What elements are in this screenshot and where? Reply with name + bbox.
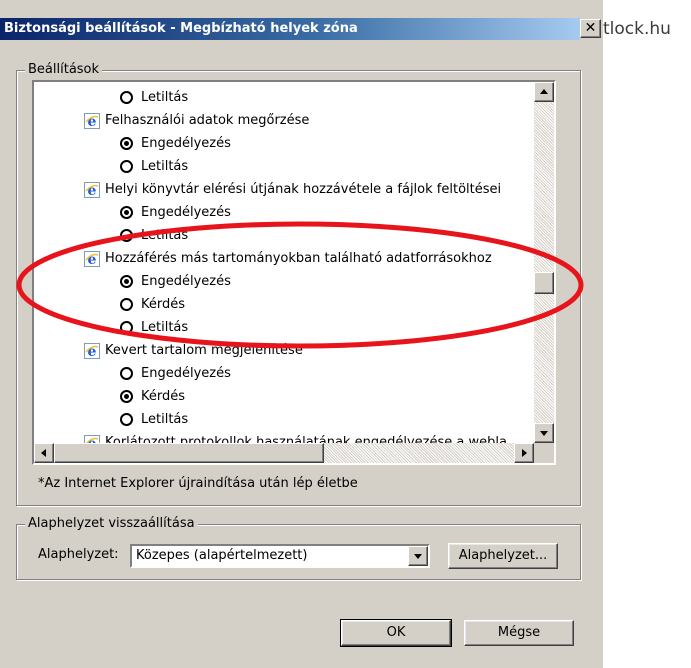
setting-label: Helyi könyvtár elérési útjának hozzávéte… <box>105 182 502 197</box>
close-button[interactable]: ✕ <box>580 19 601 38</box>
scrollbar-corner <box>534 443 554 463</box>
setting-label: Letiltás <box>141 320 189 335</box>
radio-checked-icon[interactable] <box>120 206 133 219</box>
setting-label: Letiltás <box>141 228 189 243</box>
horizontal-scrollbar[interactable] <box>34 443 534 463</box>
settings-list: Letiltás e Felhasználói adatok megőrzése En… <box>34 82 534 443</box>
scroll-right-button[interactable] <box>514 443 534 463</box>
radio-unchecked-icon[interactable] <box>120 91 133 104</box>
setting-label: Engedélyezés <box>141 205 231 220</box>
setting-label: Kérdés <box>141 297 186 312</box>
setting-label: Hozzáférés más tartományokban található … <box>105 251 492 266</box>
ie-icon: e <box>84 435 100 443</box>
setting-label: Letiltás <box>141 90 189 105</box>
radio-unchecked-icon[interactable] <box>120 298 133 311</box>
ie-icon: e <box>84 182 100 198</box>
watermark-text: tlock.hu <box>603 19 671 39</box>
reset-level-select[interactable]: Közepes (alapértelmezett) <box>130 544 430 568</box>
restart-note: *Az Internet Explorer újraindítása után … <box>38 476 358 491</box>
setting-label: Letiltás <box>141 159 189 174</box>
scroll-right-arrow-icon <box>522 449 527 457</box>
setting-label: Kevert tartalom megjelenítése <box>105 343 303 358</box>
reset-button[interactable]: Alaphelyzet... <box>448 543 558 569</box>
radio-checked-icon[interactable] <box>120 275 133 288</box>
radio-unchecked-icon[interactable] <box>120 367 133 380</box>
radio-checked-icon[interactable] <box>120 137 133 150</box>
ok-button[interactable]: OK <box>340 619 452 647</box>
setting-label: Korlátozott protokollok használatának en… <box>105 435 507 443</box>
scroll-left-button[interactable] <box>34 443 54 463</box>
setting-label: Engedélyezés <box>141 136 231 151</box>
vertical-scrollbar[interactable] <box>534 82 554 443</box>
setting-label: Letiltás <box>141 412 189 427</box>
ie-icon: e <box>84 113 100 129</box>
horizontal-scroll-thumb[interactable] <box>54 443 324 463</box>
reset-group-legend: Alaphelyzet visszaállítása <box>25 516 198 531</box>
setting-label: Kérdés <box>141 389 186 404</box>
window-title: Biztonsági beállítások - Megbízható hely… <box>0 18 580 40</box>
cancel-button[interactable]: Mégse <box>464 620 574 646</box>
ie-icon: e <box>84 343 100 359</box>
radio-unchecked-icon[interactable] <box>120 229 133 242</box>
setting-label: Engedélyezés <box>141 366 231 381</box>
settings-group-legend: Beállítások <box>25 62 103 77</box>
scroll-down-arrow-icon <box>540 431 548 436</box>
scroll-down-button[interactable] <box>534 423 554 443</box>
combo-dropdown-button[interactable] <box>408 546 428 566</box>
radio-unchecked-icon[interactable] <box>120 160 133 173</box>
setting-label: Felhasználói adatok megőrzése <box>105 113 310 128</box>
radio-unchecked-icon[interactable] <box>120 321 133 334</box>
setting-label: Engedélyezés <box>141 274 231 289</box>
close-icon: ✕ <box>584 20 597 36</box>
security-settings-dialog: Biztonsági beállítások - Megbízható hely… <box>0 0 603 668</box>
scroll-up-button[interactable] <box>534 82 554 102</box>
settings-listbox[interactable]: Letiltás e Felhasználói adatok megőrzése En… <box>32 80 556 465</box>
scroll-left-arrow-icon <box>41 449 46 457</box>
radio-checked-icon[interactable] <box>120 390 133 403</box>
ie-icon: e <box>84 251 100 267</box>
reset-level-label: Alaphelyzet: <box>38 547 119 562</box>
reset-level-value: Közepes (alapértelmezett) <box>136 548 308 563</box>
radio-unchecked-icon[interactable] <box>120 413 133 426</box>
vertical-scroll-thumb[interactable] <box>534 272 554 294</box>
scroll-up-arrow-icon <box>540 89 548 94</box>
chevron-down-icon <box>414 554 422 559</box>
